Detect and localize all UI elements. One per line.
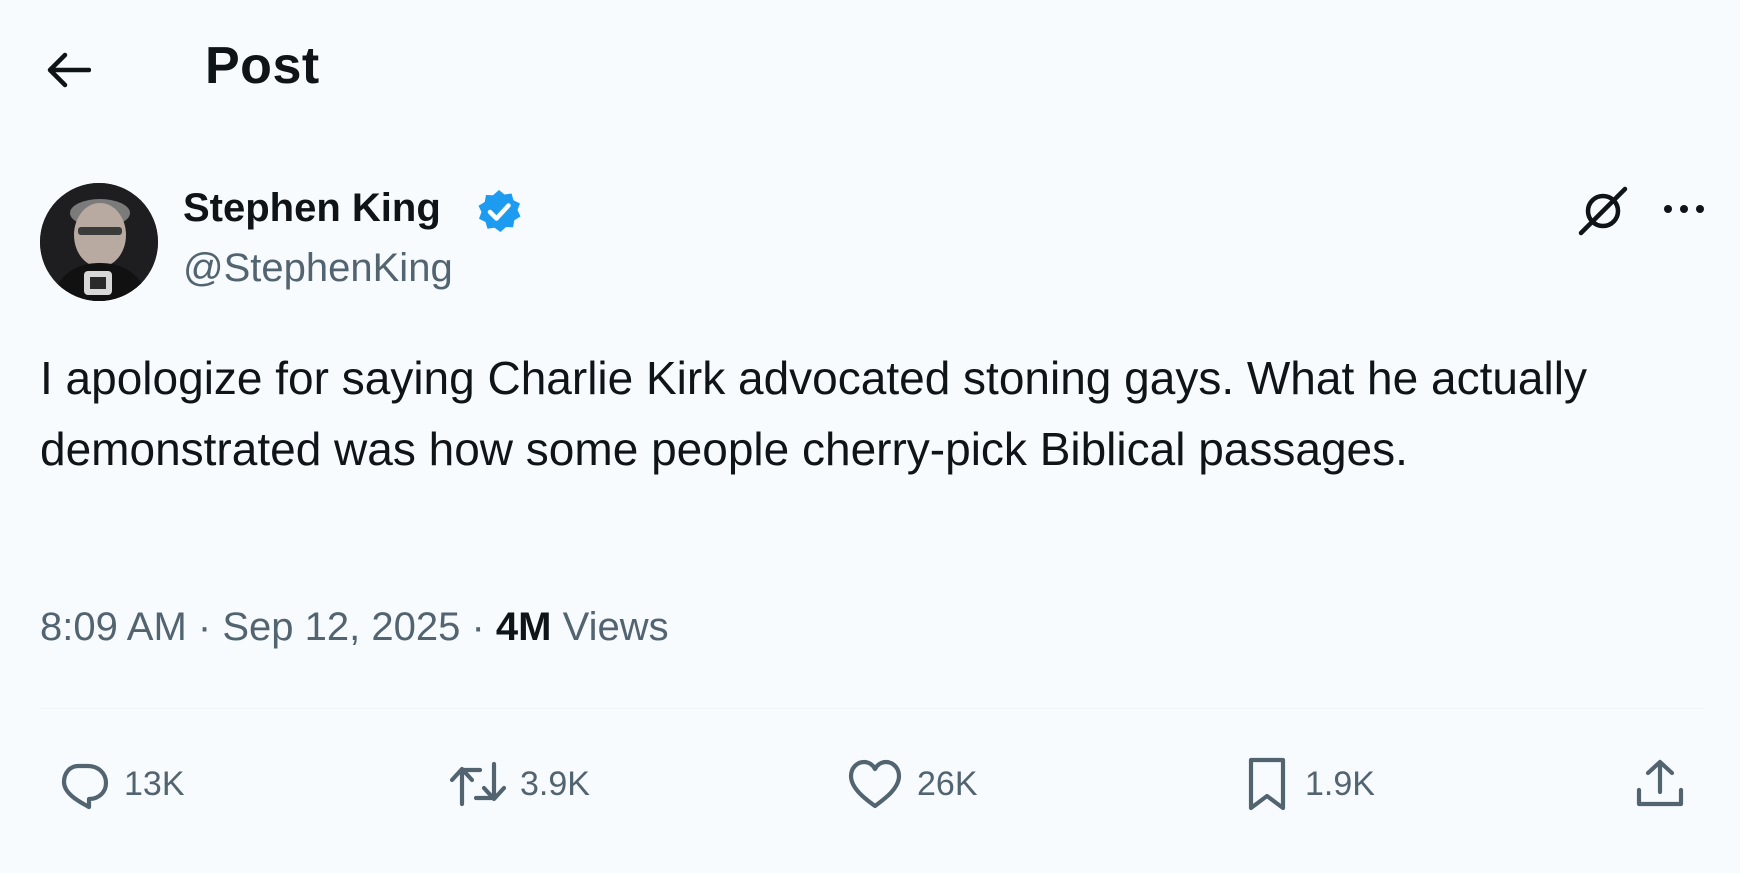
arrow-left-icon: [45, 50, 91, 90]
reply-icon: [56, 756, 112, 812]
repost-icon: [448, 756, 508, 812]
avatar[interactable]: [40, 183, 158, 301]
reply-count: 13K: [124, 764, 185, 803]
verified-badge-icon: [475, 188, 523, 236]
grok-button[interactable]: [1570, 178, 1636, 244]
meta-separator: ·: [471, 605, 485, 649]
like-count: 26K: [917, 764, 978, 803]
meta-separator: ·: [197, 605, 212, 649]
views-label: Views: [562, 605, 669, 649]
page-title: Post: [205, 37, 320, 95]
like-button[interactable]: 26K: [845, 752, 978, 816]
page-header: Post: [0, 0, 1740, 140]
post-page: Post Stephen King @StephenKing I apologi…: [0, 0, 1746, 877]
post-date[interactable]: Sep 12, 2025: [222, 605, 460, 649]
post-text: I apologize for saying Charlie Kirk advo…: [40, 352, 1587, 475]
bookmark-count: 1.9K: [1305, 764, 1375, 803]
bookmark-button[interactable]: 1.9K: [1241, 752, 1375, 816]
post-time[interactable]: 8:09 AM: [40, 605, 187, 649]
repost-count: 3.9K: [520, 764, 590, 803]
grok-icon: [1575, 183, 1631, 239]
share-button[interactable]: [1632, 752, 1688, 816]
author-handle[interactable]: @StephenKing: [183, 246, 453, 291]
more-horizontal-icon: [1662, 203, 1706, 215]
heart-icon: [845, 756, 905, 812]
reply-button[interactable]: 13K: [56, 752, 185, 816]
post-metadata: 8:09 AM · Sep 12, 2025 · 4M Views: [40, 605, 669, 650]
share-icon: [1632, 756, 1688, 812]
divider: [40, 708, 1705, 709]
repost-button[interactable]: 3.9K: [448, 752, 590, 816]
views-count: 4M: [495, 605, 552, 649]
more-options-button[interactable]: [1654, 184, 1714, 234]
back-button[interactable]: [38, 40, 98, 100]
bookmark-icon: [1241, 754, 1293, 814]
author-name[interactable]: Stephen King: [183, 186, 441, 231]
